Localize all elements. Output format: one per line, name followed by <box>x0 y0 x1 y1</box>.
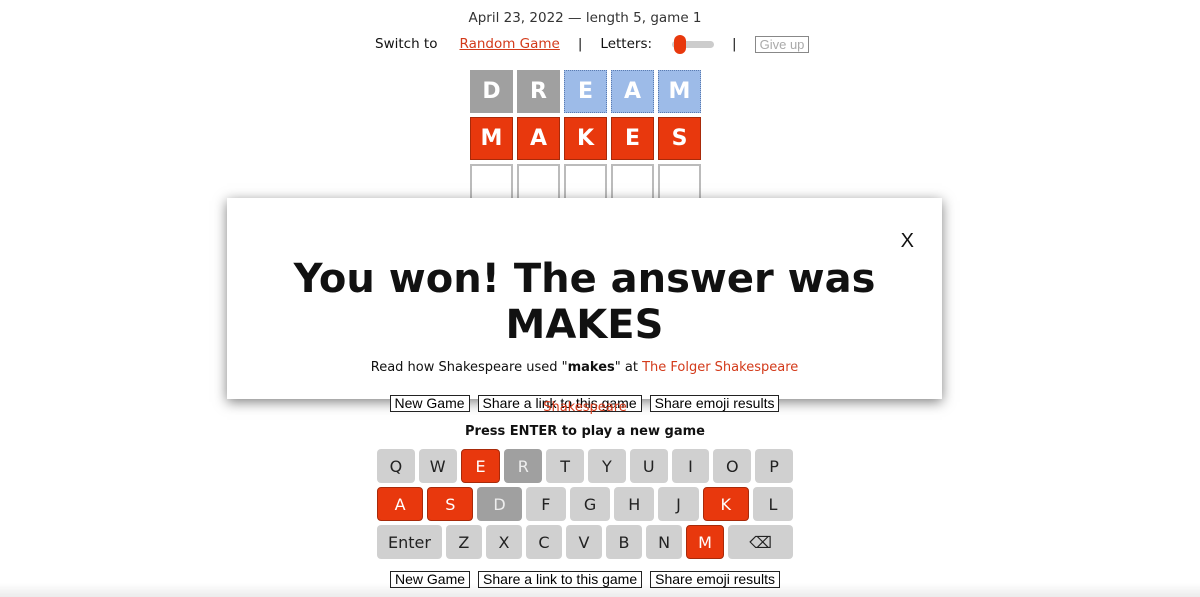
key-a[interactable]: A <box>377 487 424 521</box>
board-row: DREAM <box>470 70 701 113</box>
key-j[interactable]: J <box>658 487 699 521</box>
key-z[interactable]: Z <box>445 525 482 559</box>
board-row: MAKES <box>470 117 701 160</box>
key-f[interactable]: F <box>525 487 566 521</box>
letters-label: Letters: <box>600 36 653 52</box>
key-t[interactable]: T <box>546 449 584 483</box>
tile: A <box>611 70 654 113</box>
separator: | <box>732 36 737 52</box>
key-p[interactable]: P <box>755 449 793 483</box>
tile: A <box>517 117 560 160</box>
letters-slider[interactable] <box>672 34 715 54</box>
slider-knob[interactable] <box>674 34 687 54</box>
keyboard: Q W E R T Y U I O P A S D F G H J K L Enter Z X C V B N M ⌫ <box>377 449 794 563</box>
key-r[interactable]: R <box>504 449 543 483</box>
press-enter-message: Press ENTER to play a new game <box>465 424 705 439</box>
enter-key[interactable]: Enter <box>377 525 442 559</box>
read-text: " at <box>614 360 643 375</box>
key-b[interactable]: B <box>606 525 643 559</box>
keyboard-row: ASDFGHJKL <box>377 487 794 521</box>
key-q[interactable]: Q <box>377 449 415 483</box>
backspace-key[interactable]: ⌫ <box>728 525 793 559</box>
tile: K <box>564 117 607 160</box>
key-m[interactable]: M <box>686 525 725 559</box>
key-n[interactable]: N <box>646 525 683 559</box>
game-board: DREAMMAKES <box>470 70 701 211</box>
keyboard-row: Enter Z X C V B N M ⌫ <box>377 525 793 559</box>
folger-link[interactable]: The Folger Shakespeare <box>642 360 798 375</box>
key-u[interactable]: U <box>629 449 668 483</box>
close-button[interactable]: X <box>901 230 914 253</box>
key-v[interactable]: V <box>565 525 602 559</box>
key-l[interactable]: L <box>752 487 794 521</box>
tile: M <box>470 117 513 160</box>
bottom-buttons: New Game Share a link to this game Share… <box>0 571 1170 588</box>
new-game-button[interactable]: New Game <box>390 571 471 588</box>
tile: D <box>470 70 513 113</box>
share-emoji-button[interactable]: Share emoji results <box>650 571 780 588</box>
key-h[interactable]: H <box>614 487 655 521</box>
key-x[interactable]: X <box>485 525 522 559</box>
tile: E <box>611 117 654 160</box>
key-w[interactable]: W <box>418 449 457 483</box>
tile: R <box>517 70 560 113</box>
key-o[interactable]: O <box>713 449 752 483</box>
controls-bar: Switch to Random Game | Letters: | Give … <box>375 34 810 54</box>
game-subtitle: April 23, 2022 — length 5, game 1 <box>468 10 702 26</box>
key-i[interactable]: I <box>671 449 710 483</box>
read-more: Read how Shakespeare used "makes" at The… <box>227 360 942 375</box>
key-e[interactable]: E <box>460 449 501 483</box>
tile: M <box>658 70 701 113</box>
keyboard-row: QWERTYUIOP <box>377 449 793 483</box>
tile: S <box>658 117 701 160</box>
shakespeare-link[interactable]: Shakespeare <box>543 400 627 415</box>
switch-to-label: Switch to <box>375 36 438 52</box>
tile: E <box>564 70 607 113</box>
key-d[interactable]: D <box>477 487 522 521</box>
separator: | <box>577 36 583 52</box>
give-up-button[interactable]: Give up <box>754 35 810 53</box>
key-c[interactable]: C <box>525 525 562 559</box>
random-game-link[interactable]: Random Game <box>459 36 559 52</box>
answer-word: makes <box>567 360 615 375</box>
key-g[interactable]: G <box>569 487 611 521</box>
key-y[interactable]: Y <box>587 449 626 483</box>
folger-link-behind: Shakespeare <box>0 401 1170 415</box>
read-text: Read how Shakespeare used " <box>370 360 568 375</box>
share-link-button[interactable]: Share a link to this game <box>478 571 643 588</box>
key-k[interactable]: K <box>702 487 749 521</box>
win-modal: X You won! The answer was MAKES Read how… <box>227 198 942 412</box>
key-s[interactable]: S <box>427 487 474 521</box>
modal-title: You won! The answer was MAKES <box>293 256 876 348</box>
